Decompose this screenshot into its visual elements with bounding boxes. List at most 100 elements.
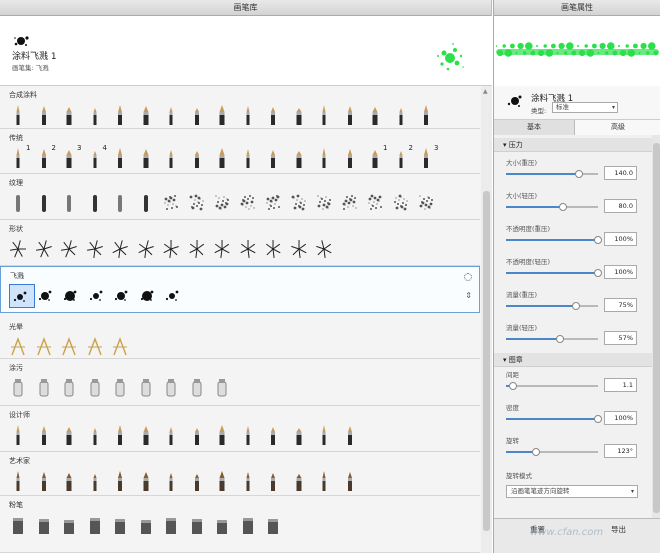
brush-preset-icon[interactable] [263, 423, 289, 447]
brush-preset-icon[interactable] [314, 237, 340, 261]
brush-category-4[interactable]: 飞溅 ⇕ [0, 266, 480, 313]
brush-preset-icon[interactable] [162, 284, 188, 308]
brush-preset-icon[interactable] [136, 191, 162, 215]
brush-preset-icon[interactable] [8, 335, 34, 359]
brush-preset-icon[interactable] [85, 423, 111, 447]
brush-preset-icon[interactable] [35, 284, 61, 308]
brush-preset-icon[interactable] [85, 513, 111, 537]
brush-preset-icon[interactable] [34, 237, 60, 261]
brush-preset-icon[interactable]: 4 [85, 144, 111, 170]
property-slider[interactable] [506, 170, 598, 178]
brush-preset-icon[interactable]: 3 [416, 144, 442, 170]
property-value-field[interactable]: 1.1 [604, 378, 637, 392]
category-options-icon[interactable] [464, 273, 472, 281]
brush-preset-icon[interactable] [110, 103, 136, 127]
brush-preset-icon[interactable] [34, 513, 60, 537]
brush-preset-icon[interactable] [289, 423, 315, 447]
brush-preset-icon[interactable] [416, 191, 442, 215]
brush-category-0[interactable]: 合成涂料 [0, 86, 480, 129]
brush-preset-icon[interactable] [85, 103, 111, 127]
brush-preset-icon[interactable] [314, 191, 340, 215]
brush-preset-icon[interactable] [212, 237, 238, 261]
brush-preset-icon[interactable]: 2 [34, 144, 60, 170]
brush-preset-icon[interactable] [340, 423, 366, 447]
tab-basic[interactable]: 基本 [494, 120, 574, 135]
brush-preset-icon[interactable]: 3 [59, 144, 85, 170]
property-value-field[interactable]: 57% [604, 331, 637, 345]
brush-preset-icon[interactable] [187, 237, 213, 261]
brush-preset-icon[interactable] [110, 335, 136, 359]
brush-preset-icon[interactable] [85, 191, 111, 215]
reorder-icon[interactable]: ⇕ [465, 291, 472, 300]
brush-preset-icon[interactable] [59, 103, 85, 127]
property-slider[interactable] [506, 448, 598, 456]
brush-preset-icon[interactable] [34, 103, 60, 127]
brush-preset-icon[interactable] [110, 376, 136, 400]
brush-preset-icon[interactable] [263, 469, 289, 493]
brush-preset-icon[interactable] [212, 376, 238, 400]
brush-preset-icon[interactable] [8, 237, 34, 261]
brush-preset-icon[interactable] [34, 335, 60, 359]
brush-preset-icon[interactable] [161, 146, 187, 170]
brush-preset-icon[interactable] [8, 423, 34, 447]
brush-preset-icon[interactable] [110, 191, 136, 215]
brush-preset-icon[interactable] [289, 237, 315, 261]
property-slider[interactable] [506, 415, 602, 423]
brush-preset-icon[interactable] [110, 469, 136, 493]
brush-preset-icon[interactable] [59, 423, 85, 447]
brush-preset-icon[interactable] [263, 146, 289, 170]
brush-preset-icon[interactable] [212, 191, 238, 215]
slider-knob[interactable] [594, 236, 602, 244]
property-slider[interactable] [506, 382, 598, 390]
property-slider[interactable] [506, 203, 598, 211]
brush-preset-icon[interactable] [289, 469, 315, 493]
brush-preset-icon[interactable] [161, 513, 187, 537]
brush-preset-icon[interactable] [34, 376, 60, 400]
brush-preset-icon[interactable] [8, 469, 34, 493]
brush-preset-icon[interactable] [238, 423, 264, 447]
brush-preset-icon[interactable] [8, 513, 34, 537]
brush-preset-icon[interactable] [110, 237, 136, 261]
brush-preset-icon[interactable] [263, 191, 289, 215]
slider-knob[interactable] [594, 415, 602, 423]
slider-knob[interactable] [556, 335, 565, 343]
brush-preset-icon[interactable]: 2 [391, 144, 417, 170]
brush-preset-icon[interactable] [161, 469, 187, 493]
slider-knob[interactable] [532, 448, 541, 456]
brush-preset-icon[interactable] [59, 335, 85, 359]
brush-preset-icon[interactable] [59, 376, 85, 400]
export-button[interactable]: 导出 [611, 524, 626, 535]
brush-preset-icon[interactable] [340, 191, 366, 215]
brush-preset-icon[interactable] [187, 423, 213, 447]
brush-preset-icon[interactable] [238, 191, 264, 215]
property-slider[interactable] [506, 302, 598, 310]
brush-preset-icon[interactable] [136, 146, 162, 170]
brush-preset-icon[interactable] [365, 191, 391, 215]
brush-preset-icon[interactable]: 1 [8, 144, 34, 170]
brush-preset-icon[interactable] [212, 423, 238, 447]
properties-scroll-thumb[interactable] [653, 143, 660, 513]
brush-preset-icon[interactable] [263, 513, 289, 537]
brush-preset-icon[interactable] [340, 469, 366, 493]
brush-preset-icon[interactable] [238, 469, 264, 493]
brush-category-5[interactable]: 光晕 [0, 318, 480, 359]
brush-preset-icon[interactable] [161, 423, 187, 447]
brush-preset-icon[interactable] [85, 335, 111, 359]
brush-preset-icon[interactable] [187, 376, 213, 400]
brush-category-9[interactable]: 粉笔 [0, 496, 480, 553]
brush-category-6[interactable]: 涂污 [0, 359, 480, 406]
brush-preset-icon[interactable] [136, 513, 162, 537]
property-value-field[interactable]: 100% [604, 411, 637, 425]
brush-preset-icon[interactable] [212, 146, 238, 170]
brush-preset-icon[interactable] [8, 103, 34, 127]
brush-category-8[interactable]: 艺术家 [0, 452, 480, 496]
brush-preset-icon[interactable] [289, 146, 315, 170]
brush-preset-icon[interactable] [59, 237, 85, 261]
brush-preset-icon[interactable] [187, 469, 213, 493]
brush-preset-icon[interactable] [34, 191, 60, 215]
brush-preset-icon[interactable] [238, 103, 264, 127]
brush-preset-icon[interactable] [238, 237, 264, 261]
brush-preset-icon[interactable] [314, 103, 340, 127]
brush-preset-icon[interactable] [136, 469, 162, 493]
property-value-field[interactable]: 100% [604, 232, 637, 246]
